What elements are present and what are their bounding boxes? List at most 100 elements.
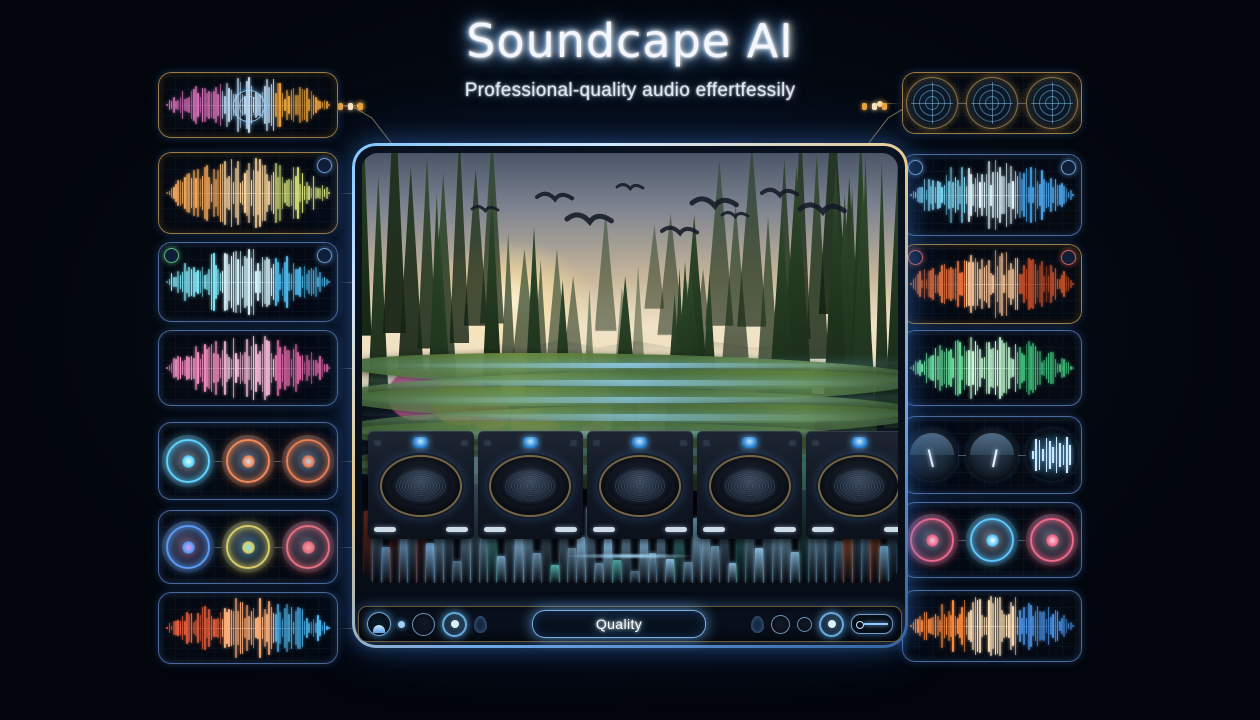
deck-pad[interactable]	[811, 438, 821, 447]
panel-corner-button[interactable]	[908, 160, 923, 175]
mixer-deck-5[interactable]	[806, 431, 898, 539]
control-knob-2[interactable]	[966, 514, 1018, 566]
mixer-decks	[368, 431, 898, 539]
spectrum-bar	[666, 559, 675, 583]
deck-fader[interactable]	[593, 527, 616, 532]
deck-jog-wheel[interactable]	[601, 457, 679, 515]
spectrum-bar	[879, 546, 888, 583]
deck-indicator-light	[632, 437, 648, 448]
control-knob-1[interactable]	[162, 435, 214, 487]
spectrum-bar	[630, 570, 639, 583]
panel-orange-waveform[interactable]	[902, 590, 1082, 662]
deck-top-strip	[373, 437, 469, 448]
fader-toggle[interactable]	[851, 614, 893, 634]
panel-corner-button[interactable]	[1061, 250, 1076, 265]
deck-fader[interactable]	[883, 527, 898, 532]
deck-fader[interactable]	[664, 527, 687, 532]
spectrum-bar	[612, 560, 621, 583]
deck-fader[interactable]	[483, 527, 506, 532]
dial-knob-icon[interactable]	[412, 612, 435, 636]
vu-row	[902, 416, 1082, 494]
spectrum-bar	[701, 534, 710, 583]
mixer-deck-4[interactable]	[696, 431, 803, 539]
knob-row	[158, 422, 338, 500]
quality-button[interactable]: Quality	[532, 610, 706, 638]
spectrum-bar	[577, 536, 586, 583]
deck-fader[interactable]	[812, 527, 835, 532]
spectrum-bar	[835, 540, 844, 583]
spectrum-bar	[479, 536, 488, 583]
main-visualizer-screen[interactable]	[362, 153, 898, 583]
power-ring-button[interactable]	[442, 611, 467, 637]
mixer-deck-1[interactable]	[368, 431, 474, 539]
panel-vu-meters[interactable]	[902, 416, 1082, 494]
deck-pad[interactable]	[459, 438, 469, 447]
indicator-dot-icon	[398, 620, 405, 628]
panel-particle-waveform[interactable]	[158, 592, 338, 664]
control-knob-1[interactable]	[906, 514, 958, 566]
deck-jog-wheel[interactable]	[711, 457, 789, 515]
spectrum-bar	[532, 553, 541, 583]
right-status-dots	[862, 103, 887, 110]
deck-pad[interactable]	[592, 438, 602, 447]
spectrum-bar	[550, 565, 559, 583]
deck-top-strip	[482, 437, 579, 448]
teardrop-icon-right	[751, 615, 764, 633]
panel-corner-button[interactable]	[317, 158, 332, 173]
record-ring-button[interactable]	[819, 611, 844, 637]
panel-corner-button[interactable]	[908, 250, 923, 265]
panel-warm-waveform[interactable]	[158, 152, 338, 234]
deck-pad[interactable]	[678, 438, 688, 447]
deck-fader[interactable]	[774, 527, 797, 532]
trim-knob-icon[interactable]	[797, 616, 812, 632]
quality-label: Quality	[595, 616, 643, 632]
deck-fader[interactable]	[445, 527, 468, 532]
deck-pad[interactable]	[701, 438, 711, 447]
panel-blue-waveform[interactable]	[902, 154, 1082, 236]
control-knob-2[interactable]	[222, 521, 274, 573]
control-knob-3[interactable]	[282, 521, 334, 573]
panel-red-waveform[interactable]	[902, 244, 1082, 324]
control-knob-3[interactable]	[282, 435, 334, 487]
gain-knob-icon[interactable]	[771, 614, 790, 634]
mixer-deck-2[interactable]	[477, 431, 584, 539]
control-bar-right-group	[751, 611, 893, 637]
spectrum-bar	[808, 535, 817, 583]
control-knob-3[interactable]	[1026, 514, 1078, 566]
panel-knobs-c[interactable]	[902, 502, 1082, 578]
control-bar: Quality	[358, 606, 902, 642]
panel-knobs-b[interactable]	[158, 510, 338, 584]
birds-flock	[470, 183, 847, 237]
deck-pad[interactable]	[569, 438, 579, 447]
panel-pink-waveform[interactable]	[158, 330, 338, 406]
control-knob-1[interactable]	[162, 521, 214, 573]
panel-corner-button[interactable]	[164, 248, 179, 263]
panel-corner-button[interactable]	[1061, 160, 1076, 175]
deck-jog-wheel[interactable]	[382, 457, 460, 515]
deck-pad[interactable]	[788, 438, 798, 447]
spectrum-bar	[381, 546, 390, 583]
deck-top-strip	[592, 437, 688, 448]
control-knob-2[interactable]	[222, 435, 274, 487]
deck-jog-wheel[interactable]	[820, 457, 898, 515]
deck-fader[interactable]	[702, 527, 725, 532]
deck-fader-row	[483, 526, 578, 533]
deck-indicator-light	[742, 437, 758, 448]
panel-cyan-waveform[interactable]	[158, 242, 338, 322]
vu-spectrum-3	[1026, 429, 1078, 481]
deck-fader[interactable]	[374, 527, 396, 532]
panel-green-waveform[interactable]	[902, 330, 1082, 406]
deck-indicator-light	[413, 437, 429, 448]
spectrum-bar	[772, 532, 781, 583]
teardrop-icon	[474, 615, 487, 633]
deck-pad[interactable]	[482, 438, 492, 447]
deck-top-strip	[701, 437, 798, 448]
panel-knobs-a[interactable]	[158, 422, 338, 500]
deck-pad[interactable]	[373, 438, 382, 447]
home-icon[interactable]	[367, 612, 391, 636]
deck-jog-wheel[interactable]	[491, 457, 569, 515]
deck-fader-row	[374, 526, 468, 533]
deck-fader[interactable]	[555, 527, 578, 532]
panel-corner-button[interactable]	[317, 248, 332, 263]
mixer-deck-3[interactable]	[587, 431, 693, 539]
